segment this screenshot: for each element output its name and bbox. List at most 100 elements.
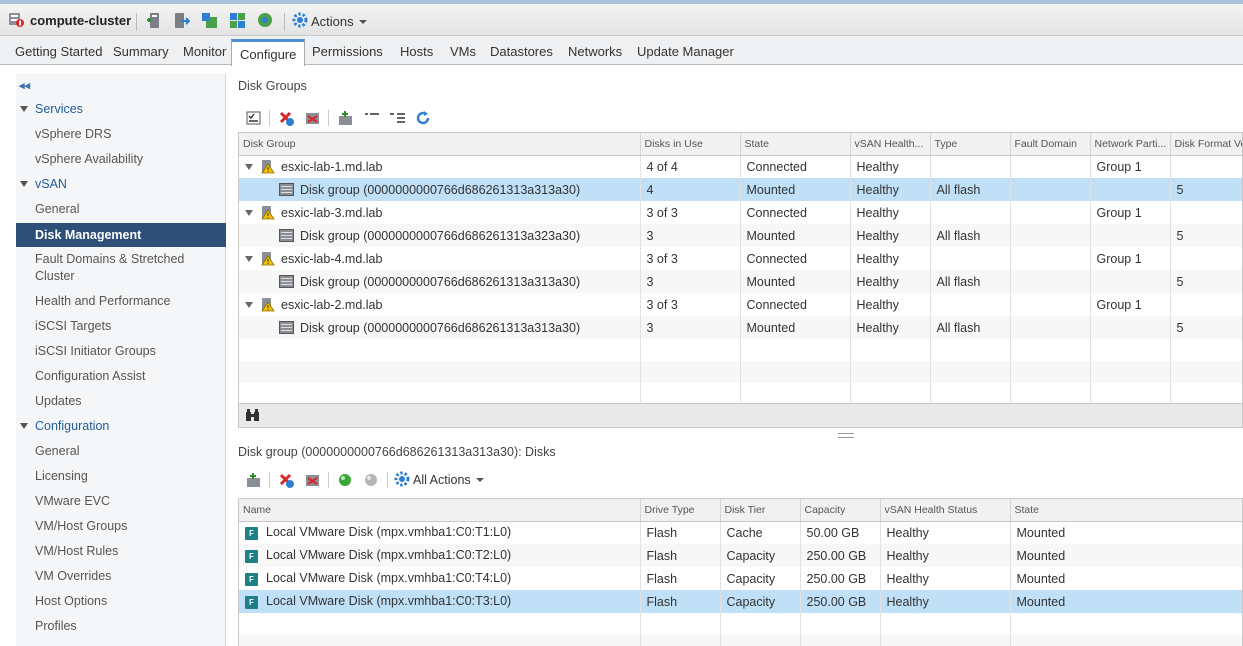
tab-networks[interactable]: Networks [568, 44, 622, 59]
sidebar-item-disk-management[interactable]: Disk Management [16, 223, 226, 247]
tab-getting-started[interactable]: Getting Started [15, 44, 102, 59]
sidebar-section-services[interactable]: Services [20, 102, 83, 116]
binoculars-icon[interactable] [245, 409, 260, 425]
unmount-disk-icon[interactable] [302, 470, 322, 490]
sidebar-item-profiles[interactable]: Profiles [35, 618, 220, 635]
col-name[interactable]: Name [239, 499, 641, 522]
toolbar-divider [269, 110, 270, 126]
fault-domain-cell [1010, 293, 1091, 316]
expand-icon[interactable] [245, 163, 253, 170]
host-row[interactable]: esxic-lab-3.md.lab 3 of 3 Connected Healthy… [239, 201, 1242, 224]
host-row[interactable]: esxic-lab-4.md.lab 3 of 3 Connected Healthy… [239, 247, 1242, 270]
expand-icon[interactable] [245, 209, 253, 216]
add-host-icon[interactable] [146, 12, 163, 29]
sidebar-item-iscsi-targets[interactable]: iSCSI Targets [35, 318, 220, 335]
type-cell [930, 155, 1011, 178]
disk-group-row[interactable]: Disk group (0000000000766d686261313a313a… [239, 178, 1242, 201]
disk-tier-cell: Capacity [720, 544, 801, 567]
col-drive-type[interactable]: Drive Type [640, 499, 721, 522]
disk-row[interactable]: F Local VMware Disk (mpx.vmhba1:C0:T1:L0)… [239, 521, 1242, 544]
expand-all-icon[interactable] [387, 108, 407, 128]
sidebar-item-health-performance[interactable]: Health and Performance [35, 293, 220, 310]
empty-cell [1090, 339, 1171, 361]
collapse-all-icon[interactable] [361, 108, 381, 128]
sidebar-item-vsan-general[interactable]: General [35, 201, 220, 218]
col-disk-group[interactable]: Disk Group [239, 133, 641, 156]
disk-group-name-cell: esxic-lab-4.md.lab [239, 247, 641, 270]
disk-row[interactable]: F Local VMware Disk (mpx.vmhba1:C0:T4:L0)… [239, 567, 1242, 590]
tab-monitor[interactable]: Monitor [183, 44, 226, 59]
remove-disk-group-icon[interactable] [276, 108, 296, 128]
disk-state-cell: Mounted [1010, 521, 1242, 544]
tab-configure[interactable]: Configure [231, 39, 306, 66]
panel-splitter[interactable] [838, 433, 854, 438]
disk-group-row[interactable]: Disk group (0000000000766d686261313a313a… [239, 270, 1242, 293]
collapse-sidebar-icon[interactable]: ◂◂ [19, 79, 30, 92]
sidebar-item-config-general[interactable]: General [35, 443, 220, 460]
col-disk-format-version[interactable]: Disk Format Ve [1170, 133, 1242, 156]
sidebar-item-vm-overrides[interactable]: VM Overrides [35, 568, 220, 585]
remove-disks-icon[interactable] [302, 108, 322, 128]
refresh-icon[interactable] [413, 108, 433, 128]
expand-icon[interactable] [245, 301, 253, 308]
tab-datastores[interactable]: Datastores [490, 44, 553, 59]
tab-update-manager[interactable]: Update Manager [637, 44, 734, 59]
add-disk-icon[interactable] [243, 470, 263, 490]
turn-on-led-icon[interactable] [335, 470, 355, 490]
sidebar-section-vsan[interactable]: vSAN [20, 177, 67, 191]
empty-cell [850, 383, 931, 403]
sidebar-item-vmware-evc[interactable]: VMware EVC [35, 493, 220, 510]
sidebar-item-host-options[interactable]: Host Options [35, 593, 220, 610]
sidebar-section-configuration[interactable]: Configuration [20, 419, 109, 433]
gear-icon [292, 12, 308, 31]
section-label: Services [35, 102, 83, 116]
disk-row[interactable]: F Local VMware Disk (mpx.vmhba1:C0:T3:L0)… [239, 590, 1242, 613]
host-row[interactable]: esxic-lab-2.md.lab 3 of 3 Connected Healthy… [239, 293, 1242, 316]
disk-group-row[interactable]: Disk group (0000000000766d686261313a313a… [239, 316, 1242, 339]
col-fault-domain[interactable]: Fault Domain [1010, 133, 1091, 156]
col-type[interactable]: Type [930, 133, 1011, 156]
deploy-ovf-icon[interactable] [257, 12, 274, 29]
disk-group-name-cell: esxic-lab-1.md.lab [239, 155, 641, 178]
create-disk-group-icon[interactable] [335, 108, 355, 128]
sidebar-item-vm-host-rules[interactable]: VM/Host Rules [35, 543, 220, 560]
actions-label: Actions [311, 14, 354, 29]
col-state[interactable]: State [740, 133, 851, 156]
disk-group-row[interactable]: Disk group (0000000000766d686261313a323a… [239, 224, 1242, 247]
actions-menu[interactable]: Actions [292, 12, 367, 31]
disk-group-icon [279, 183, 294, 196]
sidebar-item-fault-domains[interactable]: Fault Domains & Stretched Cluster [35, 251, 220, 285]
col-capacity[interactable]: Capacity [800, 499, 881, 522]
sidebar-item-iscsi-initiator-groups[interactable]: iSCSI Initiator Groups [35, 343, 220, 360]
all-actions-menu[interactable]: All Actions [394, 471, 484, 490]
sidebar-item-vm-host-groups[interactable]: VM/Host Groups [35, 518, 220, 535]
new-vapp-icon[interactable] [201, 12, 218, 29]
move-hosts-icon[interactable] [173, 12, 191, 29]
sidebar-item-vsphere-drs[interactable]: vSphere DRS [35, 126, 220, 143]
sidebar-item-configuration-assist[interactable]: Configuration Assist [35, 368, 220, 385]
disk-row[interactable]: F Local VMware Disk (mpx.vmhba1:C0:T2:L0)… [239, 544, 1242, 567]
tab-permissions[interactable]: Permissions [312, 44, 383, 59]
col-disks-in-use[interactable]: Disks in Use [640, 133, 741, 156]
host-row[interactable]: esxic-lab-1.md.lab 4 of 4 Connected Healthy… [239, 155, 1242, 178]
col-disk-tier[interactable]: Disk Tier [720, 499, 801, 522]
col-vsan-health-status[interactable]: vSAN Health Status [880, 499, 1011, 522]
sidebar-item-updates[interactable]: Updates [35, 393, 220, 410]
sidebar-item-vsphere-availability[interactable]: vSphere Availability [35, 151, 220, 168]
claim-disks-icon[interactable] [243, 108, 263, 128]
disk-groups-toolbar [243, 108, 439, 128]
empty-cell [1010, 635, 1242, 646]
col-disk-state[interactable]: State [1010, 499, 1242, 522]
disk-group-name-cell: esxic-lab-3.md.lab [239, 201, 641, 224]
tab-hosts[interactable]: Hosts [400, 44, 433, 59]
col-vsan-health[interactable]: vSAN Health... [850, 133, 931, 156]
turn-off-led-icon[interactable] [361, 470, 381, 490]
sidebar-item-licensing[interactable]: Licensing [35, 468, 220, 485]
row-label: Disk group (0000000000766d686261313a323a… [300, 228, 581, 243]
tab-summary[interactable]: Summary [113, 44, 169, 59]
new-resource-pool-icon[interactable] [229, 12, 246, 29]
remove-disk-icon[interactable] [276, 470, 296, 490]
expand-icon[interactable] [245, 255, 253, 262]
col-network-partition[interactable]: Network Parti... [1090, 133, 1171, 156]
tab-vms[interactable]: VMs [450, 44, 476, 59]
